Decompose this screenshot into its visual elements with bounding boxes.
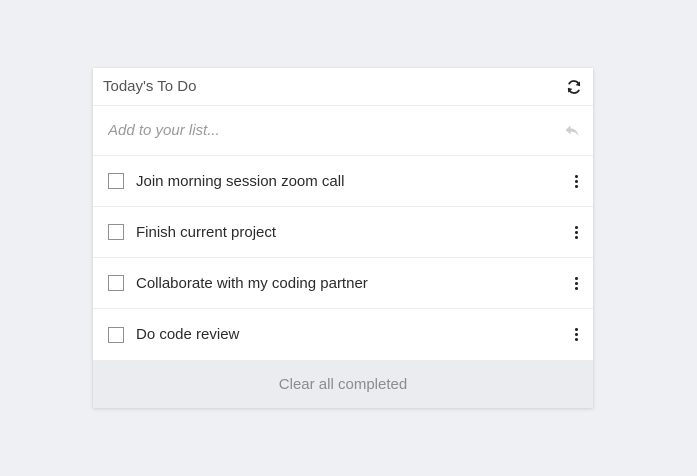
todo-item: Do code review — [93, 309, 593, 360]
todo-checkbox[interactable] — [108, 275, 124, 291]
refresh-icon[interactable] — [565, 78, 583, 96]
todo-footer: Clear all completed — [93, 360, 593, 408]
todo-text: Join morning session zoom call — [136, 172, 345, 190]
more-options-icon[interactable] — [571, 171, 581, 191]
page-title: Today's To Do — [103, 78, 197, 95]
add-item-row — [93, 106, 593, 156]
todo-text: Finish current project — [136, 223, 277, 241]
more-options-icon[interactable] — [571, 273, 581, 293]
todo-checkbox[interactable] — [108, 224, 124, 240]
more-options-icon[interactable] — [571, 325, 581, 345]
todo-checkbox[interactable] — [108, 326, 124, 343]
todo-item: Collaborate with my coding partner — [93, 258, 593, 309]
clear-completed-button[interactable]: Clear all completed — [279, 376, 407, 393]
reply-icon[interactable] — [563, 122, 581, 140]
todo-header: Today's To Do — [93, 68, 593, 106]
todo-text: Do code review — [136, 326, 240, 343]
todo-item: Join morning session zoom call — [93, 156, 593, 207]
todo-checkbox[interactable] — [108, 173, 124, 189]
todo-item: Finish current project — [93, 207, 593, 258]
todo-card: Today's To Do Join morning session zoom … — [93, 68, 593, 408]
more-options-icon[interactable] — [571, 222, 581, 242]
todo-text: Collaborate with my coding partner — [136, 274, 368, 292]
add-item-input[interactable] — [108, 122, 508, 139]
